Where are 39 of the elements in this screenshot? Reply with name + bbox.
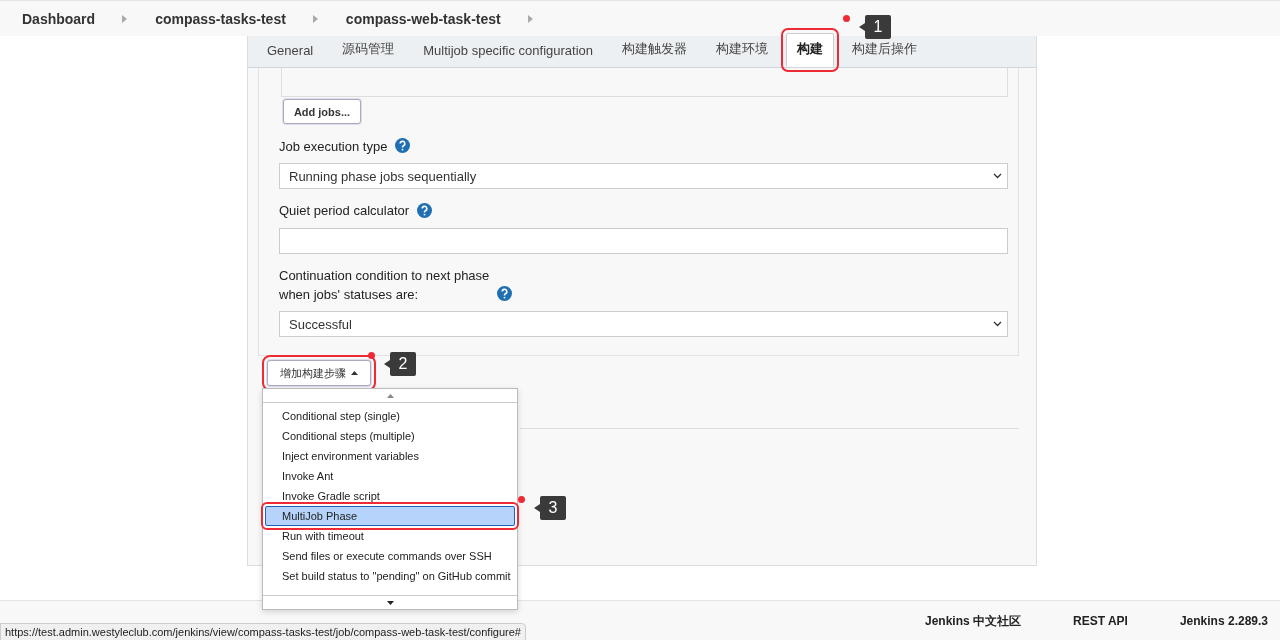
status-url: https://test.admin.westyleclub.com/jenkins/view/compass-tasks-test/job/compass-web-task-test/configure# bbox=[0, 623, 526, 640]
caret-icon bbox=[386, 393, 394, 398]
help-icon[interactable] bbox=[395, 138, 411, 153]
field-label: Quiet period calculator bbox=[279, 203, 410, 218]
breadcrumb-link[interactable]: Dashboard bbox=[22, 10, 96, 27]
select-field[interactable]: Running phase jobs sequentially bbox=[279, 163, 1008, 189]
caret-icon bbox=[993, 173, 1002, 179]
field-label: Continuation condition to next phase bbox=[279, 268, 490, 283]
footer-link[interactable]: REST API bbox=[1073, 614, 1128, 628]
caret-icon bbox=[386, 600, 394, 605]
footer-link[interactable]: Jenkins 中文社区 bbox=[925, 612, 1022, 630]
menu-item[interactable]: Inject environment variables bbox=[263, 446, 517, 466]
breadcrumb-link[interactable]: compass-tasks-test bbox=[155, 10, 286, 27]
menu-item[interactable]: Send files or execute commands over SSH bbox=[263, 546, 517, 566]
chevron-icon bbox=[527, 14, 533, 23]
select-field[interactable]: Successful bbox=[279, 311, 1008, 337]
caret-icon bbox=[993, 321, 1002, 327]
menu-item[interactable]: Set build status to "pending" on GitHub commit bbox=[263, 566, 517, 586]
help-icon[interactable] bbox=[417, 203, 433, 218]
tab[interactable]: 构建触发器 bbox=[611, 33, 699, 67]
tab[interactable]: 构建环境 bbox=[705, 33, 780, 67]
tab[interactable]: General bbox=[256, 36, 325, 67]
menu-item[interactable]: Invoke Gradle script bbox=[263, 486, 517, 506]
menu-item[interactable]: Conditional step (single) bbox=[263, 406, 517, 426]
footer-link[interactable]: Jenkins 2.289.3 bbox=[1179, 614, 1268, 628]
field-label: Job execution type bbox=[279, 139, 388, 154]
menu-item[interactable]: Invoke Ant bbox=[263, 466, 517, 486]
chevron-icon bbox=[312, 14, 318, 23]
tab[interactable]: 源码管理 bbox=[331, 33, 406, 67]
add-jobs-button[interactable]: Add jobs... bbox=[283, 99, 361, 124]
caret-icon bbox=[351, 371, 358, 375]
input-field[interactable] bbox=[279, 228, 1008, 254]
chevron-icon bbox=[122, 14, 128, 23]
tab[interactable]: Multijob specific configuration bbox=[412, 36, 605, 67]
menu-item[interactable]: Conditional steps (multiple) bbox=[263, 426, 517, 446]
field-label: when jobs' statuses are: bbox=[279, 287, 420, 302]
breadcrumb-link[interactable]: compass-web-task-test bbox=[345, 10, 501, 27]
menu-item[interactable]: Run with timeout bbox=[263, 526, 517, 546]
help-icon[interactable] bbox=[497, 286, 513, 301]
